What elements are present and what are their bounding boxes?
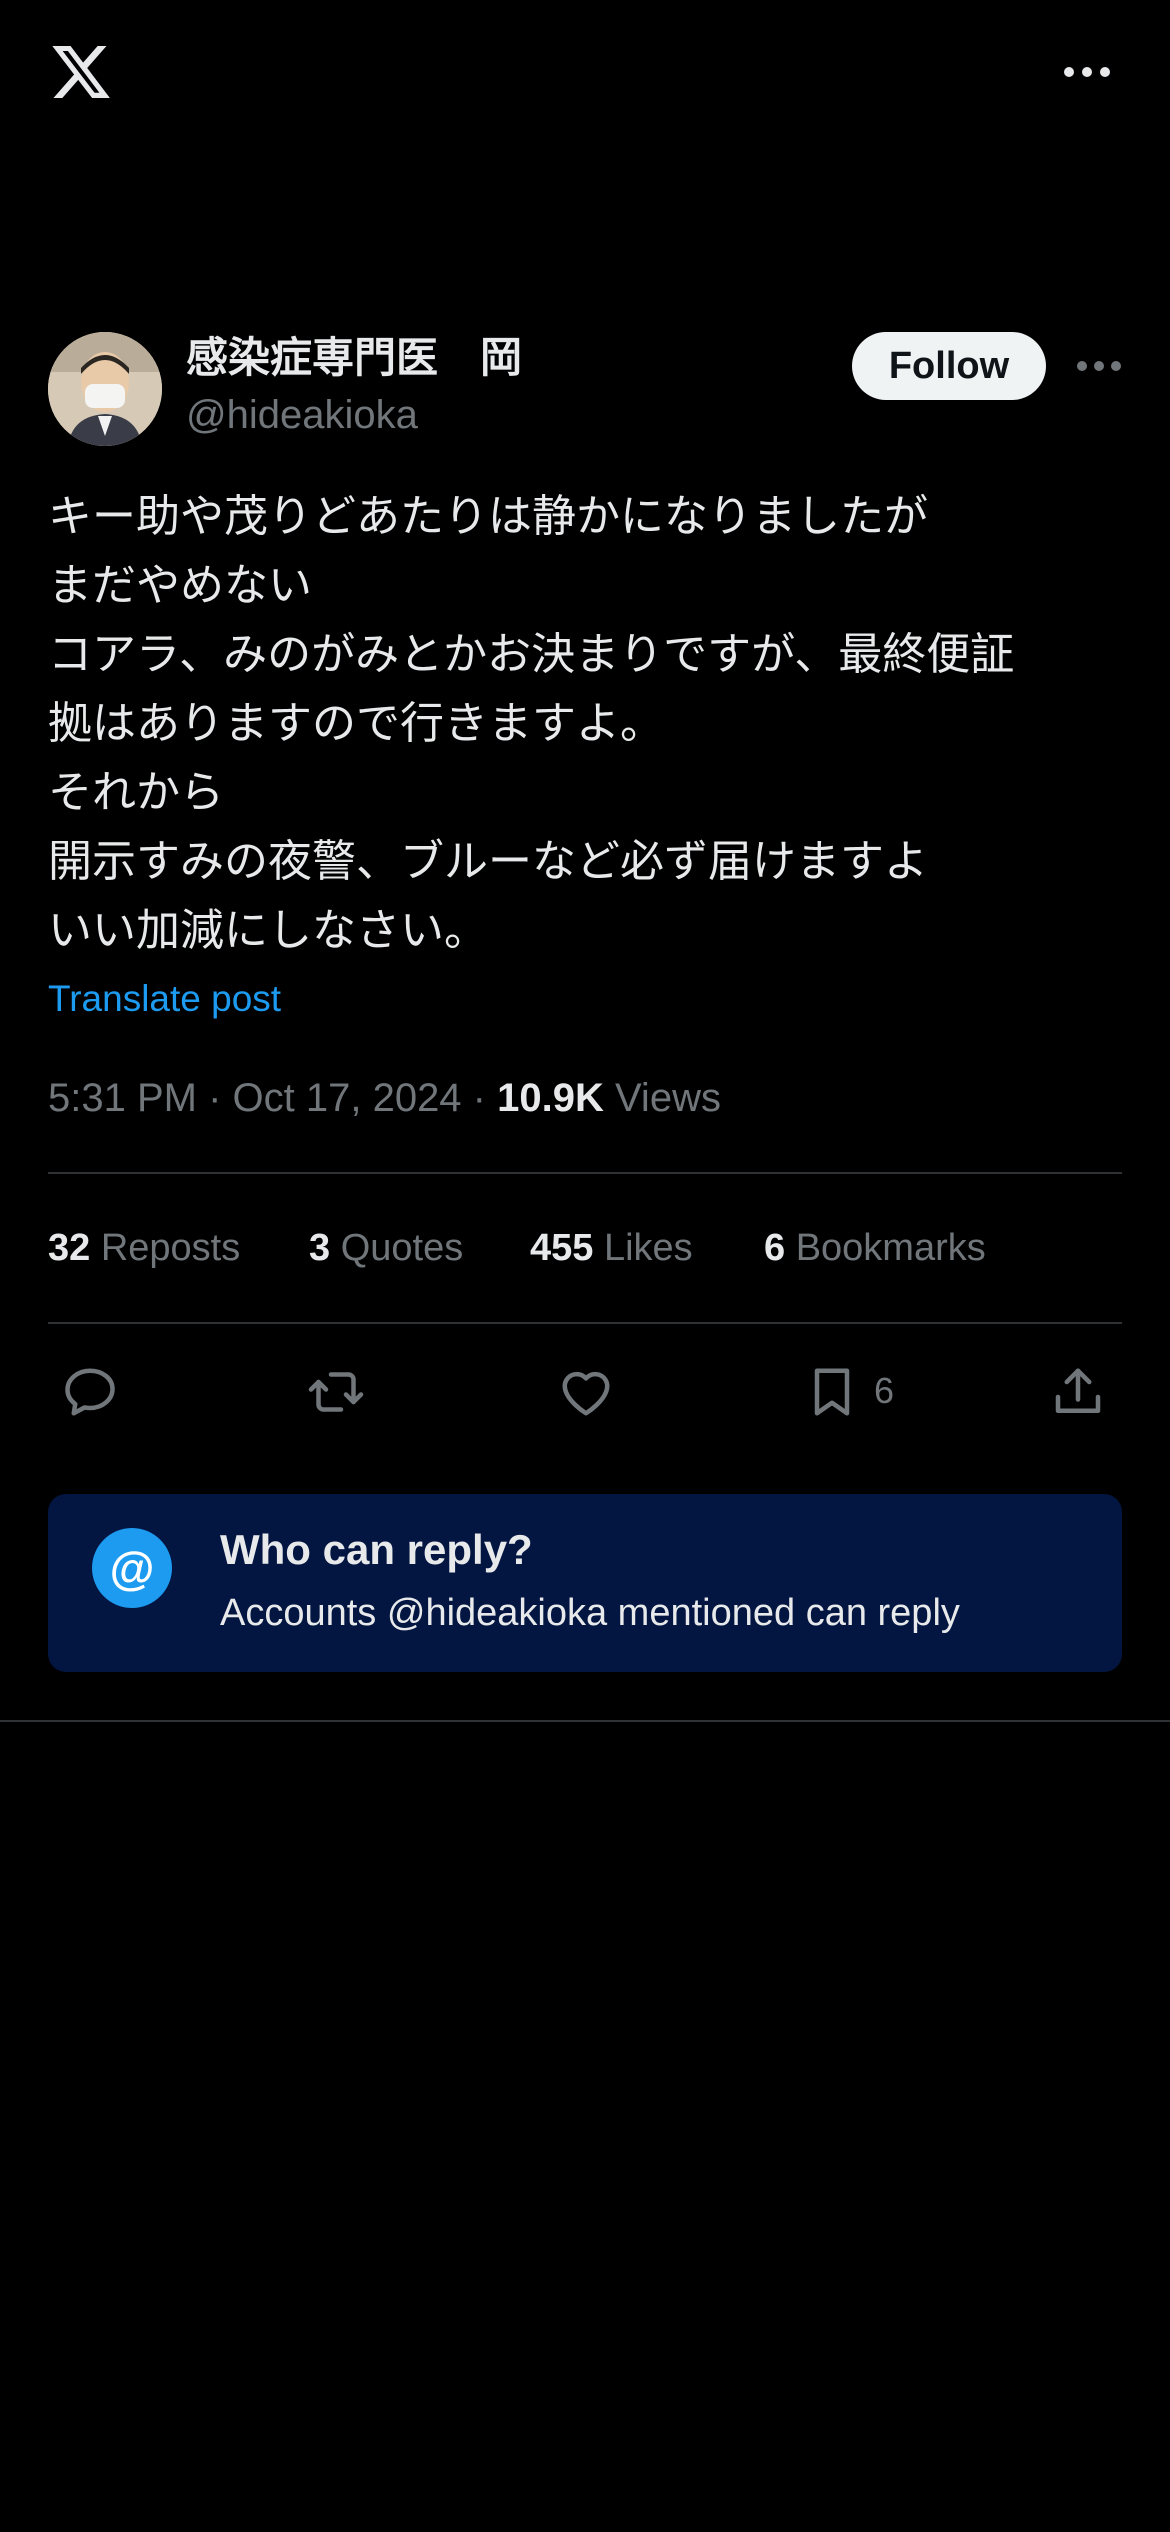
quotes-label: Quotes xyxy=(330,1227,464,1269)
post-text-line: いい加減にしなさい。 xyxy=(48,905,488,956)
share-icon[interactable] xyxy=(1048,1362,1108,1422)
divider xyxy=(48,1322,1122,1324)
post-more-icon[interactable] xyxy=(1076,354,1122,378)
who-can-reply-title: Who can reply? xyxy=(220,1526,533,1573)
quotes-count: 3 xyxy=(309,1227,331,1269)
display-name[interactable]: 感染症専門医 岡 xyxy=(186,332,522,384)
post-text: キー助や茂りどあたりは静かになりましたが まだやめない コアラ、みのがみとかお決… xyxy=(48,482,1128,965)
top-bar xyxy=(0,0,1170,150)
bookmarks-count: 6 xyxy=(764,1227,786,1269)
post-text-line: 拠はありますので行きますよ。 xyxy=(48,698,664,749)
mention-icon: @ xyxy=(92,1528,172,1608)
post-timestamp[interactable]: 5:31 PM · Oct 17, 2024 · xyxy=(48,1076,497,1120)
post-meta: 5:31 PM · Oct 17, 2024 · 10.9K Views xyxy=(48,1072,721,1124)
post-text-line: それから xyxy=(48,767,224,818)
who-can-reply-subtitle: Accounts @hideakioka mentioned can reply xyxy=(220,1592,960,1634)
follow-button[interactable]: Follow xyxy=(852,332,1046,400)
post-text-line: キー助や茂りどあたりは静かになりましたが xyxy=(48,491,928,542)
reposts-label: Reposts xyxy=(90,1227,241,1269)
x-logo-icon[interactable] xyxy=(48,40,114,104)
bookmarks-stat[interactable]: 6 Bookmarks xyxy=(764,1222,986,1274)
repost-icon[interactable] xyxy=(306,1362,366,1422)
likes-count: 455 xyxy=(530,1227,594,1269)
divider xyxy=(0,1720,1170,1722)
translate-post-link[interactable]: Translate post xyxy=(48,976,281,1022)
bookmark-count: 6 xyxy=(874,1370,895,1411)
more-horizontal-icon[interactable] xyxy=(1062,60,1112,84)
reposts-count: 32 xyxy=(48,1227,91,1269)
quotes-stat[interactable]: 3 Quotes xyxy=(309,1222,463,1274)
post-header: 感染症専門医 岡 @hideakioka Follow xyxy=(48,332,1122,446)
like-icon[interactable] xyxy=(556,1362,616,1422)
post-text-line: まだやめない xyxy=(48,560,312,611)
post-text-line: コアラ、みのがみとかお決まりですが、最終便証 xyxy=(48,629,1015,680)
action-bar: 6 xyxy=(0,1352,1170,1432)
avatar[interactable] xyxy=(48,332,162,446)
username-handle[interactable]: @hideakioka xyxy=(186,390,418,440)
post-text-line: 開示すみの夜警、ブルーなど必ず届けますよ xyxy=(48,836,928,887)
avatar-image xyxy=(48,332,162,446)
bookmarks-label: Bookmarks xyxy=(785,1227,986,1269)
who-can-reply-card: @ Who can reply? Accounts @hideakioka me… xyxy=(48,1494,1122,1672)
bookmark-icon[interactable] xyxy=(802,1362,862,1422)
likes-label: Likes xyxy=(593,1227,693,1269)
reposts-stat[interactable]: 32 Reposts xyxy=(48,1222,240,1274)
views-label: Views xyxy=(603,1076,721,1120)
reply-icon[interactable] xyxy=(60,1362,120,1422)
views-count: 10.9K xyxy=(497,1076,604,1120)
likes-stat[interactable]: 455 Likes xyxy=(530,1222,693,1274)
divider xyxy=(48,1172,1122,1174)
